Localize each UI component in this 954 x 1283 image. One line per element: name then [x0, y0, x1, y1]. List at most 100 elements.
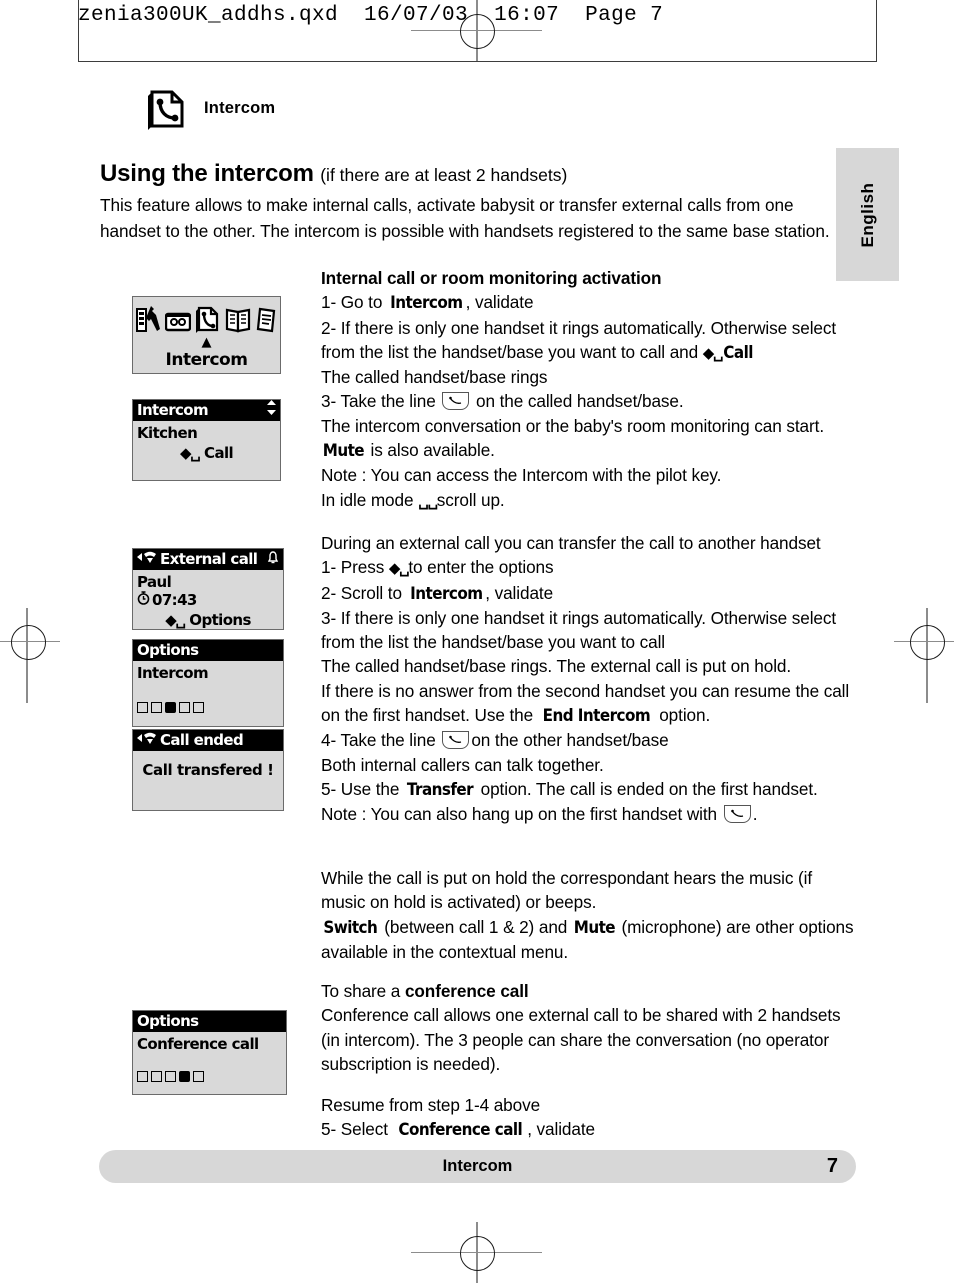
intercom-page-phone-icon — [195, 305, 220, 337]
lcd-title-text: Call ended — [160, 731, 244, 749]
block3-switch-lcd: Switch — [323, 917, 378, 937]
updown-arrows-icon — [267, 400, 276, 421]
phone-offhook-icon — [137, 549, 159, 570]
text-block-hold-music: While the call is put on hold the corres… — [321, 866, 858, 964]
page-phone-icon — [148, 86, 188, 130]
page-title-sub: (if there are at least 2 handsets) — [320, 165, 568, 185]
section-label: Intercom — [204, 98, 276, 117]
lcd-title-bar: Options — [133, 1011, 286, 1032]
lcd-timer-text: 07:43 — [152, 591, 197, 609]
menu-selection-caret: ▲ — [201, 335, 212, 350]
block1-step1-pre: 1- Go to — [321, 292, 387, 313]
block2-step1-post: to enter the options — [408, 557, 554, 578]
block1-heading: Internal call or room monitoring activat… — [321, 268, 662, 288]
block1-note: Note : You can access the Intercom with … — [321, 465, 722, 486]
lcd-pagination-dots — [133, 1067, 286, 1086]
lcd-screen-options-intercom: Options Intercom — [132, 639, 284, 727]
lcd-caller-name: Paul — [137, 573, 172, 591]
reg-mark-right-circle — [910, 625, 945, 660]
lcd-softkey-label: Call — [204, 444, 234, 462]
lcd-softkey-options[interactable]: ◆␣ Options — [133, 609, 283, 629]
text-block-transfer: During an external call you can transfer… — [321, 531, 858, 827]
trim-rule-top — [78, 61, 877, 63]
lcd-list-item[interactable]: Kitchen — [133, 421, 280, 442]
block2-line1: During an external call you can transfer… — [321, 533, 821, 553]
block1-step3-post: on the called handset/base. — [471, 391, 684, 412]
page-title-main: Using the intercom — [100, 160, 314, 187]
print-header: zenia300UK_addhs.qxd 16/07/03 16:07 Page… — [78, 4, 664, 27]
block2-note: Note : You can also hang up on the first… — [321, 802, 858, 826]
block2-noanswer: If there is no answer from the second ha… — [321, 679, 858, 729]
block2-step5-post: option. The call is ended on the first h… — [475, 778, 818, 799]
section-header: Intercom — [148, 86, 275, 130]
take-line-key-icon — [723, 805, 751, 824]
block3-line2-mid: (between call 1 & 2) and — [379, 916, 572, 937]
softkey-glyph-icon: ◆␣ — [702, 343, 724, 362]
block1-mute-post: is also available. — [365, 440, 495, 461]
page-footer: Intercom 7 — [99, 1150, 856, 1183]
lcd-screen-menu: ▲ Intercom — [132, 296, 281, 374]
block4-desc: Conference call allows one external call… — [321, 1005, 841, 1074]
block2-step2: 2- Scroll to Intercom, validate — [321, 581, 858, 606]
block2-note-post: . — [752, 804, 758, 825]
lcd-softkey-label: Options — [189, 611, 251, 629]
block1-step1-post: , validate — [465, 292, 534, 313]
block2-note-pre: Note : You can also hang up on the first… — [321, 804, 722, 825]
menu-caption: Intercom — [165, 350, 248, 370]
lcd-screen-options-conference: Options Conference call — [132, 1010, 287, 1095]
lcd-screen-intercom-list: Intercom Kitchen ◆␣ Call — [132, 399, 281, 481]
block2-step5: 5- Use the Transfer option. The call is … — [321, 777, 858, 802]
pilot-key-glyph-icon: ␣␣ — [418, 491, 438, 510]
block3-line2: Switch (between call 1 & 2) and Mute (mi… — [321, 915, 858, 965]
footer-page-number: 7 — [826, 1155, 838, 1177]
softkey-glyph-icon: ◆␣ — [388, 559, 410, 578]
pagination-dot — [179, 702, 190, 713]
settings-tools-icon — [135, 303, 160, 337]
lcd-message: Call transfered ! — [142, 761, 274, 779]
block1-step2-text: 2- If there is only one handset it rings… — [321, 317, 837, 362]
take-line-key-icon — [442, 392, 470, 411]
block1-idle-pre: In idle mode — [321, 489, 419, 510]
block1-line3: The called handset/base rings — [321, 367, 548, 388]
block2-step3: 3- If there is only one handset it rings… — [321, 607, 837, 653]
text-block-internal-call: Internal call or room monitoring activat… — [321, 266, 858, 513]
block4-heading-bold: conference call — [404, 981, 529, 1001]
lcd-list-item[interactable]: Intercom — [133, 661, 283, 682]
block1-line5: The intercom conversation or the baby's … — [321, 415, 824, 436]
pagination-dot — [151, 1071, 162, 1082]
lcd-screen-call-ended: Call ended Call transfered ! — [132, 729, 284, 811]
block2-step2-lcd: Intercom — [409, 583, 483, 603]
block3-line1: While the call is put on hold the corres… — [321, 868, 813, 913]
language-tab-label: English — [857, 182, 877, 247]
pagination-dot — [137, 1071, 148, 1082]
block2-step4: 4- Take the line on the other handset/ba… — [321, 728, 858, 752]
lcd-screen-external-call: External call Paul 07:43 ◆␣ Options — [132, 548, 284, 630]
pagination-dot-active — [165, 702, 176, 713]
pagination-dot — [193, 702, 204, 713]
softkey-glyph-icon: ◆␣ — [179, 444, 201, 462]
phone-offhook-icon — [137, 730, 159, 751]
trim-rule-right — [876, 0, 878, 62]
block2-step1: 1- Press ◆␣to enter the options — [321, 555, 858, 580]
pagination-dot — [193, 1071, 204, 1082]
lcd-title-bar: Intercom — [133, 400, 280, 421]
block1-step3-pre: 3- Take the line — [321, 391, 441, 412]
block4-step5: 5- Select Conference call, validate — [321, 1117, 858, 1142]
block2-step1-pre: 1- Press — [321, 557, 389, 578]
softkey-glyph-icon: ◆␣ — [165, 611, 186, 629]
block4-step5-pre: 5- Select — [321, 1119, 393, 1140]
block4-heading-pre: To share a — [321, 981, 405, 1001]
stopwatch-icon — [137, 591, 150, 609]
lcd-title-text: Intercom — [137, 401, 209, 419]
reg-mark-bottom-circle — [460, 1236, 495, 1271]
lcd-softkey-call[interactable]: ◆␣ Call — [133, 442, 280, 462]
block1-step3: 3- Take the line on the called handset/b… — [321, 389, 858, 413]
block1-idle-post: scroll up. — [436, 489, 505, 510]
reg-mark-left-circle — [11, 625, 46, 660]
pagination-dot — [165, 1071, 176, 1082]
lcd-title-text: External call — [160, 550, 258, 568]
menu-carousel: ▲ Intercom — [133, 297, 280, 373]
pagination-dot-active — [179, 1071, 190, 1082]
phonebook-icon — [225, 307, 251, 337]
lcd-list-item[interactable]: Conference call — [133, 1032, 286, 1053]
